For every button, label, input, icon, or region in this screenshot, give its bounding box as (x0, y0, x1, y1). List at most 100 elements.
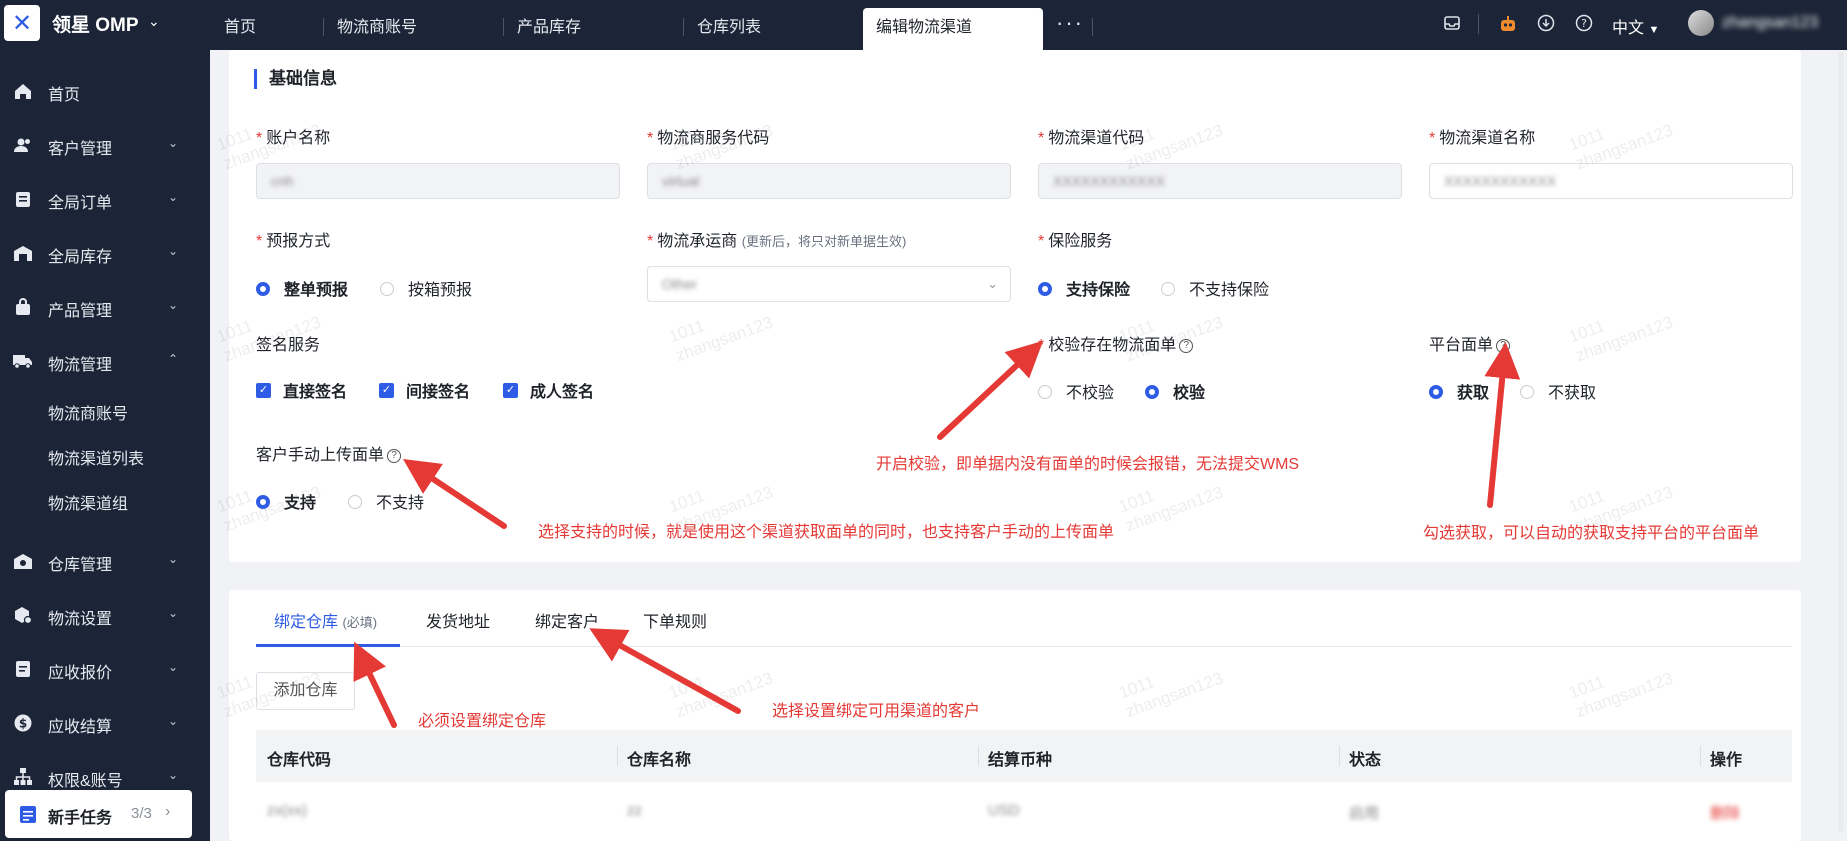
brand-name[interactable]: 领星 OMP (52, 10, 139, 37)
sidebar-item-orders[interactable]: 全局订单 ⌄ (0, 179, 210, 219)
sidebar-subitem-carrier-account[interactable]: 物流商账号 (48, 400, 128, 424)
language-label: 中文 (1612, 20, 1645, 37)
sidebar-item-products[interactable]: 产品管理 ⌄ (0, 287, 210, 327)
service-code-field[interactable]: virtual (647, 163, 1011, 199)
radio-verify-yes[interactable]: 校验 (1145, 379, 1205, 403)
vertical-scrollbar[interactable] (1838, 52, 1844, 832)
tab-divider (323, 18, 324, 36)
sidebar-subitem-channel-group[interactable]: 物流渠道组 (48, 490, 128, 514)
add-warehouse-button[interactable]: 添加仓库 (256, 672, 355, 710)
chevron-down-icon: ⌄ (168, 244, 179, 258)
checkbox-indirect-signature[interactable]: ✓ 间接签名 (379, 378, 470, 402)
account-name-field[interactable]: cnh (256, 163, 620, 199)
download-icon[interactable] (1536, 14, 1556, 34)
toolbar-divider (1478, 14, 1479, 34)
service-code-label: * 物流商服务代码 (647, 130, 770, 147)
sidebar-item-label: 应收结算 (48, 719, 113, 736)
sidebar-item-home[interactable]: 首页 (0, 71, 210, 111)
sidebar-item-logistics-settings[interactable]: 物流设置 ⌄ (0, 595, 210, 635)
home-icon (12, 81, 34, 103)
radio-prereport-box[interactable]: 按箱预报 (380, 276, 472, 300)
sidebar-subitem-channel-list[interactable]: 物流渠道列表 (48, 445, 144, 469)
radio-insurance-no[interactable]: 不支持保险 (1161, 276, 1269, 300)
chevron-down-icon: ⌄ (168, 190, 179, 204)
radio-manual-no[interactable]: 不支持 (348, 489, 424, 513)
chevron-down-icon[interactable]: ⌄ (148, 13, 160, 30)
channel-code-field[interactable]: XXXXXXXXXXXX (1038, 163, 1402, 199)
tab-edit-channel[interactable]: 编辑物流渠道 (863, 8, 1043, 50)
more-tabs-icon[interactable]: ··· (1056, 10, 1084, 36)
sidebar-item-label: 产品管理 (48, 303, 113, 320)
sidebar-item-quotes[interactable]: 应收报价 ⌄ (0, 649, 210, 689)
help-icon: ? (387, 448, 402, 463)
sidebar-item-inventory[interactable]: 全局库存 ⌄ (0, 233, 210, 273)
manual-upload-label: 客户手动上传面单? (256, 441, 402, 465)
radio-prereport-whole[interactable]: 整单预报 (256, 276, 348, 300)
language-select[interactable]: 中文 ▼ (1612, 14, 1659, 38)
sidebar-item-settlement[interactable]: $ 应收结算 ⌄ (0, 703, 210, 743)
annotation-customer: 选择设置绑定可用渠道的客户 (772, 703, 981, 720)
column-header: 仓库名称 (627, 752, 692, 769)
svg-text:?: ? (1581, 17, 1587, 30)
annotation-platform: 勾选获取，可以自动的获取支持平台的平台面单 (1423, 525, 1760, 542)
verify-label-label: * 校验存在物流面单? (1038, 331, 1194, 355)
inbox-icon[interactable] (1442, 14, 1462, 34)
delete-link[interactable]: 删除 (1710, 802, 1740, 823)
help-icon[interactable]: ? (1574, 14, 1594, 34)
help-icon: ? (1179, 338, 1194, 353)
carrier-hint: (更新后，将只对新单据生效) (741, 234, 907, 249)
channel-code-label: * 物流渠道代码 (1038, 130, 1145, 147)
package-gear-icon (12, 605, 34, 627)
carrier-select[interactable]: Other ⌄ (647, 266, 1011, 302)
tab-warehouse-list[interactable]: 仓库列表 (697, 8, 761, 50)
warehouse-icon (12, 243, 34, 265)
tab-carrier-account[interactable]: 物流商账号 (337, 8, 417, 50)
tab-product-stock[interactable]: 产品库存 (517, 8, 581, 50)
sidebar-item-label: 首页 (48, 87, 81, 104)
checkbox-adult-signature[interactable]: ✓ 成人签名 (503, 378, 594, 402)
chevron-down-icon: ⌄ (168, 606, 179, 620)
tab-shipping-address[interactable]: 发货地址 (426, 608, 490, 632)
sidebar-item-warehouses[interactable]: 仓库管理 ⌄ (0, 541, 210, 581)
column-divider (1700, 746, 1701, 766)
tab-bind-customer[interactable]: 绑定客户 (535, 608, 599, 632)
channel-name-label: * 物流渠道名称 (1429, 130, 1536, 147)
insurance-label: * 保险服务 (1038, 233, 1113, 250)
tab-home[interactable]: 首页 (224, 8, 256, 50)
svg-text:$: $ (19, 717, 27, 731)
tab-divider (503, 18, 504, 36)
radio-verify-no[interactable]: 不校验 (1038, 379, 1114, 403)
prereport-label: * 预报方式 (256, 233, 331, 250)
doc-icon (12, 659, 34, 681)
tab-order-rules[interactable]: 下单规则 (643, 608, 707, 632)
avatar[interactable] (1688, 10, 1714, 36)
radio-manual-yes[interactable]: 支持 (256, 489, 316, 513)
checkbox-direct-signature[interactable]: ✓ 直接签名 (256, 378, 347, 402)
annotation-verify: 开启校验，即单据内没有面单的时候会报错，无法提交WMS (876, 456, 1300, 473)
column-divider (1339, 746, 1340, 766)
new-task-button[interactable]: 新手任务 3/3 › (5, 790, 192, 838)
column-header: 仓库代码 (267, 752, 332, 769)
truck-icon (12, 351, 34, 373)
tab-bind-warehouse[interactable]: 绑定仓库 (必填) (274, 608, 377, 632)
sidebar-item-label: 全局订单 (48, 195, 113, 212)
new-task-count: 3/3 (131, 805, 152, 822)
sidebar-item-label: 应收报价 (48, 665, 113, 682)
top-bar: ✕ 领星 OMP ⌄ 首页 物流商账号 产品库存 仓库列表 编辑物流渠道 ···… (0, 0, 1847, 50)
user-name[interactable]: zhangsan123 (1722, 14, 1818, 32)
radio-insurance-yes[interactable]: 支持保险 (1038, 276, 1130, 300)
account-name-label: * 账户名称 (256, 130, 331, 147)
chevron-down-icon: ⌄ (168, 298, 179, 312)
channel-name-field[interactable]: XXXXXXXXXXXX (1429, 163, 1793, 199)
radio-platform-get[interactable]: 获取 (1429, 379, 1489, 403)
column-header: 结算币种 (988, 752, 1053, 769)
radio-platform-skip[interactable]: 不获取 (1520, 379, 1596, 403)
chevron-down-icon: ⌄ (168, 714, 179, 728)
sidebar-item-customers[interactable]: 客户管理 ⌄ (0, 125, 210, 165)
new-task-label: 新手任务 (48, 810, 113, 827)
tab-divider (683, 18, 684, 36)
logo[interactable]: ✕ (4, 5, 40, 41)
robot-icon[interactable] (1498, 14, 1518, 34)
carrier-label: * 物流承运商 (更新后，将只对新单据生效) (647, 233, 907, 250)
sidebar-item-logistics[interactable]: 物流管理 ⌃ (0, 341, 210, 381)
